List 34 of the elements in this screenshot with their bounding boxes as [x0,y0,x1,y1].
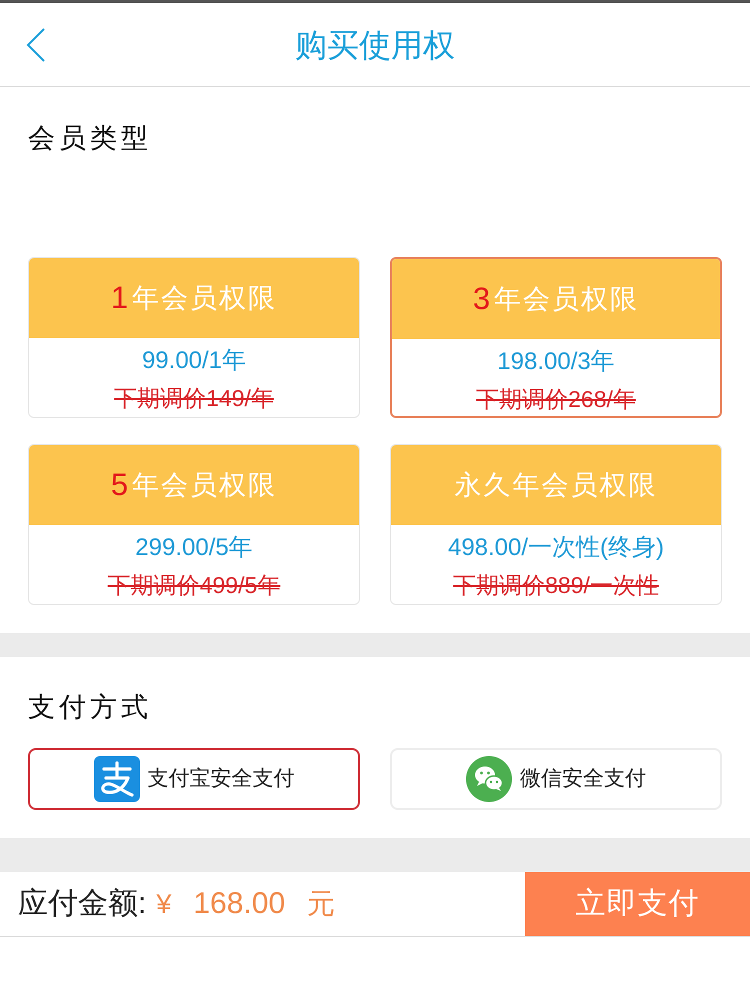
amount-value: 168.00 [193,886,286,922]
plan-title: 永久年会员权限 [454,469,658,502]
amount-label: 应付金额: [18,886,146,922]
payment-option[interactable]: 支付宝安全支付 [28,748,360,810]
currency-unit: 元 [307,887,336,921]
old-price: 下期调价149/年 [114,384,274,412]
payment-option[interactable]: 微信安全支付 [390,748,722,810]
plan-title: 年会员权限 [132,469,278,502]
plan-title: 年会员权限 [132,282,278,315]
plan-card[interactable]: 1年会员权限 99.00/1年 下期调价149/年 [28,257,360,418]
plan-card[interactable]: 3年会员权限 198.00/3年 下期调价268/年 [390,257,722,418]
old-price: 下期调价268/年 [476,385,636,413]
plan-card[interactable]: 5年会员权限 299.00/5年 下期调价499/5年 [28,444,360,605]
plan-years: 5 [110,467,128,503]
alipay-logo-icon [94,756,140,802]
currency-sign: ¥ [156,888,172,921]
plan-price: 198.00/3年 [497,347,615,377]
section-heading: 支付方式 [28,691,153,724]
plan-years: 1 [110,280,128,316]
plan-years: 3 [472,281,490,317]
page-title: 购买使用权 [295,26,455,64]
old-price: 下期调价499/5年 [108,571,280,599]
payment-label: 支付宝安全支付 [148,766,294,792]
plan-card[interactable]: 永久年会员权限 498.00/一次性(终身) 下期调价889/一次性 [390,444,722,605]
plan-title: 年会员权限 [494,283,640,316]
plan-price: 299.00/5年 [135,533,253,563]
wechat-logo-icon [466,756,512,802]
section-heading: 会员类型 [28,122,153,155]
pay-now-button[interactable]: 立即支付 [525,872,750,936]
plan-price: 99.00/1年 [142,346,246,376]
plan-price: 498.00/一次性(终身) [448,533,664,563]
back-chevron-icon [26,28,46,62]
payment-label: 微信安全支付 [520,766,646,792]
old-price: 下期调价889/一次性 [453,571,659,599]
